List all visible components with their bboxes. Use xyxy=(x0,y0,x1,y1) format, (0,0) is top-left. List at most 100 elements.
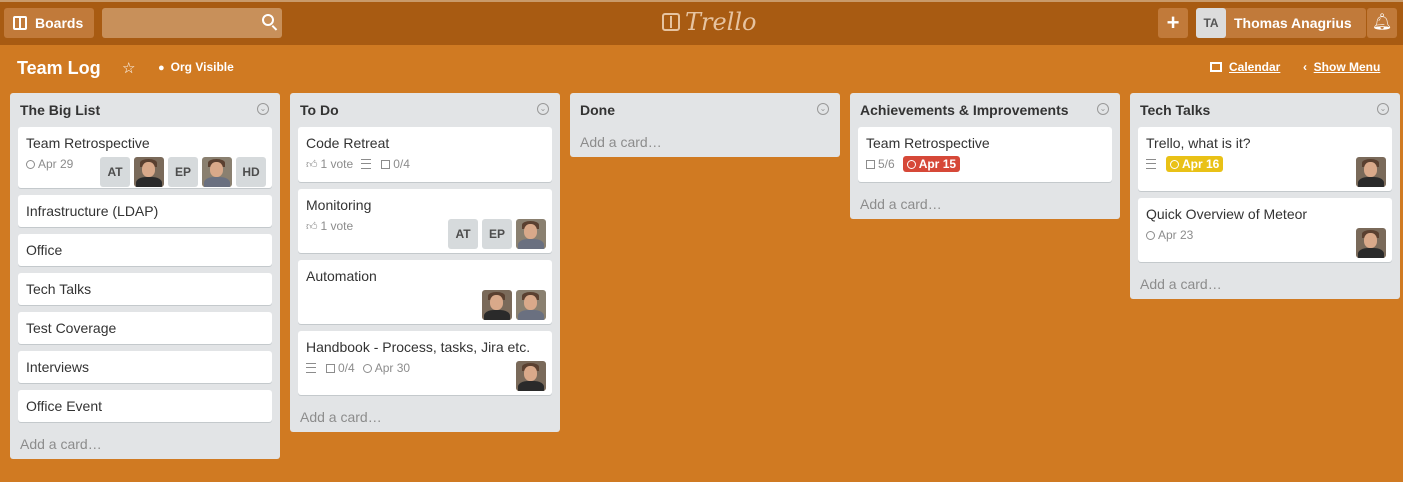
boards-icon xyxy=(13,16,27,30)
votes-count: 1 vote xyxy=(320,157,354,171)
list-header[interactable]: Done ⌄ xyxy=(570,93,840,127)
board-title[interactable]: Team Log xyxy=(17,58,101,79)
card[interactable]: Tech Talks xyxy=(18,273,272,305)
member-avatar[interactable]: EP xyxy=(168,157,198,187)
member-avatar-photo[interactable] xyxy=(202,157,232,187)
checklist-badge: 5/6 xyxy=(866,157,895,171)
card-title: Infrastructure (LDAP) xyxy=(26,203,159,219)
add-card-button[interactable]: Add a card… xyxy=(1130,269,1400,299)
add-card-button[interactable]: Add a card… xyxy=(10,429,280,459)
list-title[interactable]: Tech Talks xyxy=(1140,102,1210,118)
list-header[interactable]: To Do ⌄ xyxy=(290,93,560,127)
chevron-down-icon[interactable]: ⌄ xyxy=(537,103,549,115)
add-card-label: Add a card… xyxy=(1140,276,1222,292)
calendar-label: Calendar xyxy=(1229,60,1281,74)
card[interactable]: Automation xyxy=(298,260,552,324)
calendar-link[interactable]: Calendar xyxy=(1210,60,1280,74)
chevron-down-icon[interactable]: ⌄ xyxy=(817,103,829,115)
card-badges: 5/6 Apr 15 xyxy=(866,156,961,172)
checklist-icon xyxy=(381,159,391,169)
card[interactable]: Trello, what is it? Apr 16 xyxy=(1138,127,1392,191)
card[interactable]: Office Event xyxy=(18,390,272,422)
search-input[interactable] xyxy=(102,8,282,38)
add-card-button[interactable]: Add a card… xyxy=(570,127,840,157)
member-avatar-photo[interactable] xyxy=(482,290,512,320)
clock-icon xyxy=(26,159,35,169)
show-menu-link[interactable]: ‹ Show Menu xyxy=(1303,60,1380,74)
visibility-button[interactable]: ● Org Visible xyxy=(158,60,234,74)
list-header[interactable]: Achievements & Improvements ⌄ xyxy=(850,93,1120,127)
member-avatar-photo[interactable] xyxy=(1356,228,1386,258)
card[interactable]: Test Coverage xyxy=(18,312,272,344)
card-title: Code Retreat xyxy=(306,135,390,151)
member-avatar[interactable]: EP xyxy=(482,219,512,249)
add-card-button[interactable]: Add a card… xyxy=(290,402,560,432)
user-name: Thomas Anagrius xyxy=(1234,15,1352,31)
card-title: Trello, what is it? xyxy=(1146,135,1251,151)
member-avatar-photo[interactable] xyxy=(516,361,546,391)
due-badge: Apr 29 xyxy=(26,157,73,171)
star-icon[interactable]: ☆ xyxy=(122,59,135,77)
add-button[interactable]: + xyxy=(1158,8,1188,38)
card[interactable]: Infrastructure (LDAP) xyxy=(18,195,272,227)
card[interactable]: Team Retrospective Apr 29 AT EP HD xyxy=(18,127,272,188)
member-avatar[interactable]: HD xyxy=(236,157,266,187)
card[interactable]: Monitoring 👍︎ 1 vote AT EP xyxy=(298,189,552,253)
list-title[interactable]: To Do xyxy=(300,102,339,118)
member-avatar-photo[interactable] xyxy=(516,290,546,320)
card[interactable]: Quick Overview of Meteor Apr 23 xyxy=(1138,198,1392,262)
card-title: Handbook - Process, tasks, Jira etc. xyxy=(306,339,531,355)
top-border xyxy=(0,0,1403,2)
due-badge: Apr 23 xyxy=(1146,228,1193,242)
card-members: AT EP xyxy=(444,219,546,249)
card-members xyxy=(1352,157,1386,187)
checklist-count: 5/6 xyxy=(878,157,895,171)
member-avatar-photo[interactable] xyxy=(134,157,164,187)
member-avatar[interactable]: AT xyxy=(448,219,478,249)
trello-logo[interactable]: Trello xyxy=(662,8,756,36)
checklist-badge: 0/4 xyxy=(381,157,410,171)
member-avatar-photo[interactable] xyxy=(1356,157,1386,187)
thumbs-up-icon: 👍︎ xyxy=(306,158,318,171)
description-icon xyxy=(306,363,316,373)
member-avatar[interactable]: AT xyxy=(100,157,130,187)
member-avatar-photo[interactable] xyxy=(516,219,546,249)
list-title[interactable]: The Big List xyxy=(20,102,100,118)
chevron-down-icon[interactable]: ⌄ xyxy=(1097,103,1109,115)
clock-icon xyxy=(1146,230,1155,240)
card-members xyxy=(512,361,546,391)
due-badge-overdue: Apr 15 xyxy=(902,156,961,172)
votes-badge: 👍︎ 1 vote xyxy=(306,157,353,171)
due-date: Apr 23 xyxy=(1158,228,1194,242)
people-icon: ● xyxy=(158,62,165,74)
chevron-down-icon[interactable]: ⌄ xyxy=(257,103,269,115)
notifications-button[interactable]: 🔔︎ xyxy=(1367,8,1397,38)
checklist-icon xyxy=(326,363,335,373)
search-icon[interactable] xyxy=(262,14,274,26)
due-date: Apr 16 xyxy=(1182,157,1220,171)
card[interactable]: Office xyxy=(18,234,272,266)
card-badges: Apr 23 xyxy=(1146,228,1201,242)
card[interactable]: Interviews xyxy=(18,351,272,383)
card[interactable]: Handbook - Process, tasks, Jira etc. 0/4… xyxy=(298,331,552,395)
checklist-count: 0/4 xyxy=(338,361,355,375)
list-title[interactable]: Done xyxy=(580,102,615,118)
due-badge-soon: Apr 16 xyxy=(1166,156,1224,172)
top-bar: Boards Trello + TA Thomas Anagrius 🔔︎ xyxy=(0,0,1403,45)
chevron-down-icon[interactable]: ⌄ xyxy=(1377,103,1389,115)
card-title: Office Event xyxy=(26,398,103,414)
card-members xyxy=(478,290,546,320)
trello-logo-text: Trello xyxy=(685,8,757,36)
user-menu-button[interactable]: TA Thomas Anagrius xyxy=(1196,8,1366,38)
card-title: Team Retrospective xyxy=(26,135,150,151)
checklist-badge: 0/4 xyxy=(326,361,355,375)
add-card-button[interactable]: Add a card… xyxy=(850,189,1120,219)
boards-button[interactable]: Boards xyxy=(4,8,94,38)
card[interactable]: Code Retreat 👍︎ 1 vote 0/4 xyxy=(298,127,552,182)
list-header[interactable]: Tech Talks ⌄ xyxy=(1130,93,1400,127)
card[interactable]: Team Retrospective 5/6 Apr 15 xyxy=(858,127,1112,182)
list-title[interactable]: Achievements & Improvements xyxy=(860,102,1069,118)
card-title: Interviews xyxy=(26,359,90,375)
card-members xyxy=(1352,228,1386,258)
list-header[interactable]: The Big List ⌄ xyxy=(10,93,280,127)
